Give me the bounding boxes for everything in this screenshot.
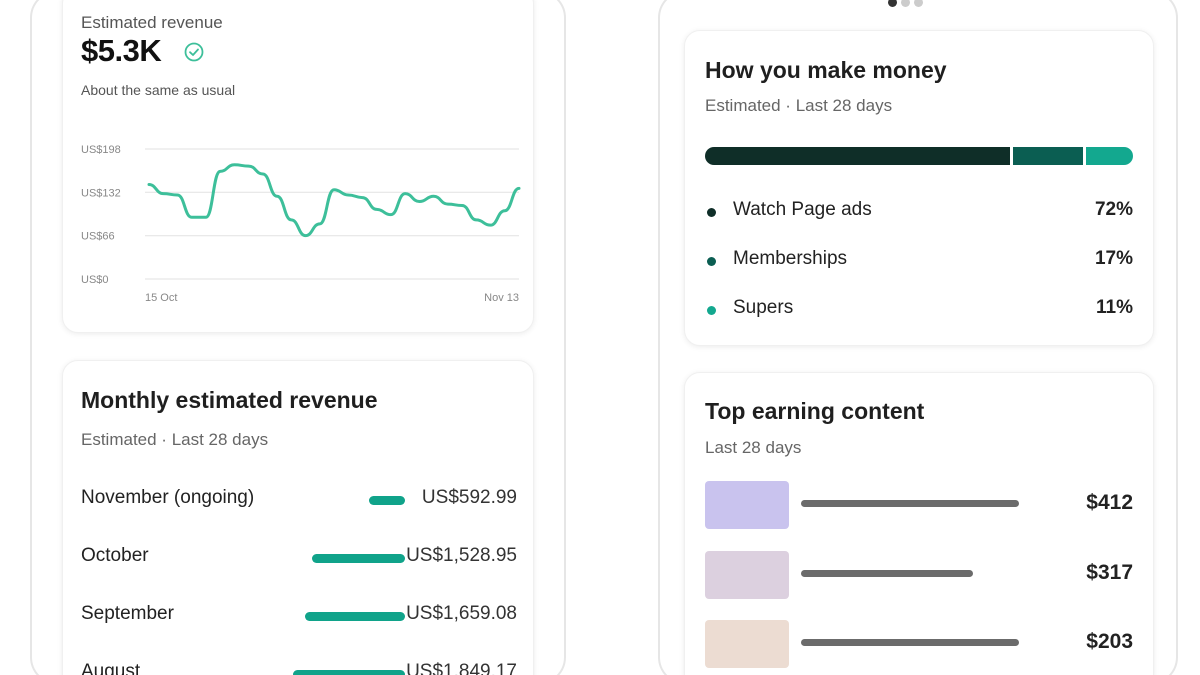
pager-dot[interactable] [901, 0, 910, 7]
content-thumbnail[interactable] [705, 551, 789, 599]
month-label: August [81, 661, 141, 675]
how-you-make-money-title: How you make money [705, 57, 947, 83]
legend-dot-icon [707, 306, 716, 315]
y-axis-tick-label: US$198 [81, 144, 121, 156]
month-revenue-bar [312, 554, 405, 563]
top-content-item[interactable]: $203 [705, 620, 1133, 668]
monthly-revenue-row[interactable]: October US$1,528.95 [81, 545, 517, 575]
top-earning-content-subtitle: Last 28 days [705, 438, 802, 457]
month-revenue-bar [369, 496, 405, 505]
content-thumbnail[interactable] [705, 481, 789, 529]
revenue-split-segment [1013, 147, 1086, 165]
month-label: November (ongoing) [81, 487, 255, 508]
revenue-source-row[interactable]: Watch Page ads 72% [705, 199, 1133, 225]
content-title-placeholder [801, 500, 1019, 507]
y-axis-tick-label: US$0 [81, 274, 109, 286]
revenue-split-segment [1085, 147, 1133, 165]
monthly-revenue-title: Monthly estimated revenue [81, 387, 378, 413]
top-earning-content-title: Top earning content [705, 398, 925, 424]
month-revenue-bar [293, 670, 405, 675]
revenue-source-label: Memberships [733, 248, 848, 269]
month-revenue-bar [304, 612, 405, 621]
top-content-item[interactable]: $412 [705, 481, 1133, 529]
top-earning-content-card[interactable]: Top earning content Last 28 days $412 $31… [684, 372, 1154, 675]
month-revenue-value: US$1,528.95 [406, 545, 517, 566]
top-content-item[interactable]: $317 [705, 551, 1133, 599]
revenue-split-bar [705, 147, 1133, 165]
month-revenue-value: US$592.99 [421, 487, 517, 508]
pager-dot[interactable] [914, 0, 923, 7]
y-axis-tick-label: US$66 [81, 231, 115, 243]
revenue-source-percent: 17% [1094, 248, 1133, 269]
legend-dot-icon [707, 208, 716, 217]
monthly-revenue-card[interactable]: Monthly estimated revenue Estimated · La… [62, 360, 534, 675]
revenue-source-row[interactable]: Supers 11% [705, 297, 1133, 323]
how-you-make-money-card[interactable]: How you make money Estimated · Last 28 d… [684, 30, 1154, 346]
revenue-source-percent: 72% [1094, 199, 1133, 220]
revenue-split-segment [705, 147, 1014, 165]
month-label: October [81, 545, 149, 566]
pager-dots[interactable] [888, 0, 927, 12]
revenue-source-row[interactable]: Memberships 17% [705, 248, 1133, 274]
y-axis-tick-label: US$132 [81, 187, 121, 199]
month-revenue-value: US$1,659.08 [406, 603, 517, 624]
content-thumbnail[interactable] [705, 620, 789, 668]
revenue-line-chart: US$198 US$132 US$66 US$0 15 Oct Nov 13 [81, 144, 521, 304]
monthly-revenue-row[interactable]: August US$1,849.17 [81, 661, 517, 675]
revenue-source-label: Watch Page ads [733, 199, 872, 220]
content-earnings-value: $203 [1086, 630, 1133, 653]
content-title-placeholder [801, 570, 973, 577]
monthly-revenue-row[interactable]: September US$1,659.08 [81, 603, 517, 633]
monthly-revenue-subtitle: Estimated · Last 28 days [81, 430, 269, 449]
estimated-revenue-card[interactable]: Estimated revenue $5.3K About the same a… [62, 0, 534, 333]
revenue-source-label: Supers [733, 297, 794, 318]
content-title-placeholder [801, 639, 1019, 646]
x-axis-tick-label: 15 Oct [145, 292, 177, 304]
pager-dot-active[interactable] [888, 0, 897, 7]
month-label: September [81, 603, 174, 624]
x-axis-tick-label: Nov 13 [484, 292, 519, 304]
monthly-revenue-row[interactable]: November (ongoing) US$592.99 [81, 487, 517, 517]
how-you-make-money-subtitle: Estimated · Last 28 days [705, 96, 893, 115]
revenue-series-line [147, 163, 521, 238]
month-revenue-value: US$1,849.17 [406, 661, 517, 675]
revenue-source-percent: 11% [1096, 297, 1133, 318]
content-earnings-value: $412 [1086, 491, 1133, 514]
legend-dot-icon [707, 257, 716, 266]
content-earnings-value: $317 [1086, 561, 1133, 584]
